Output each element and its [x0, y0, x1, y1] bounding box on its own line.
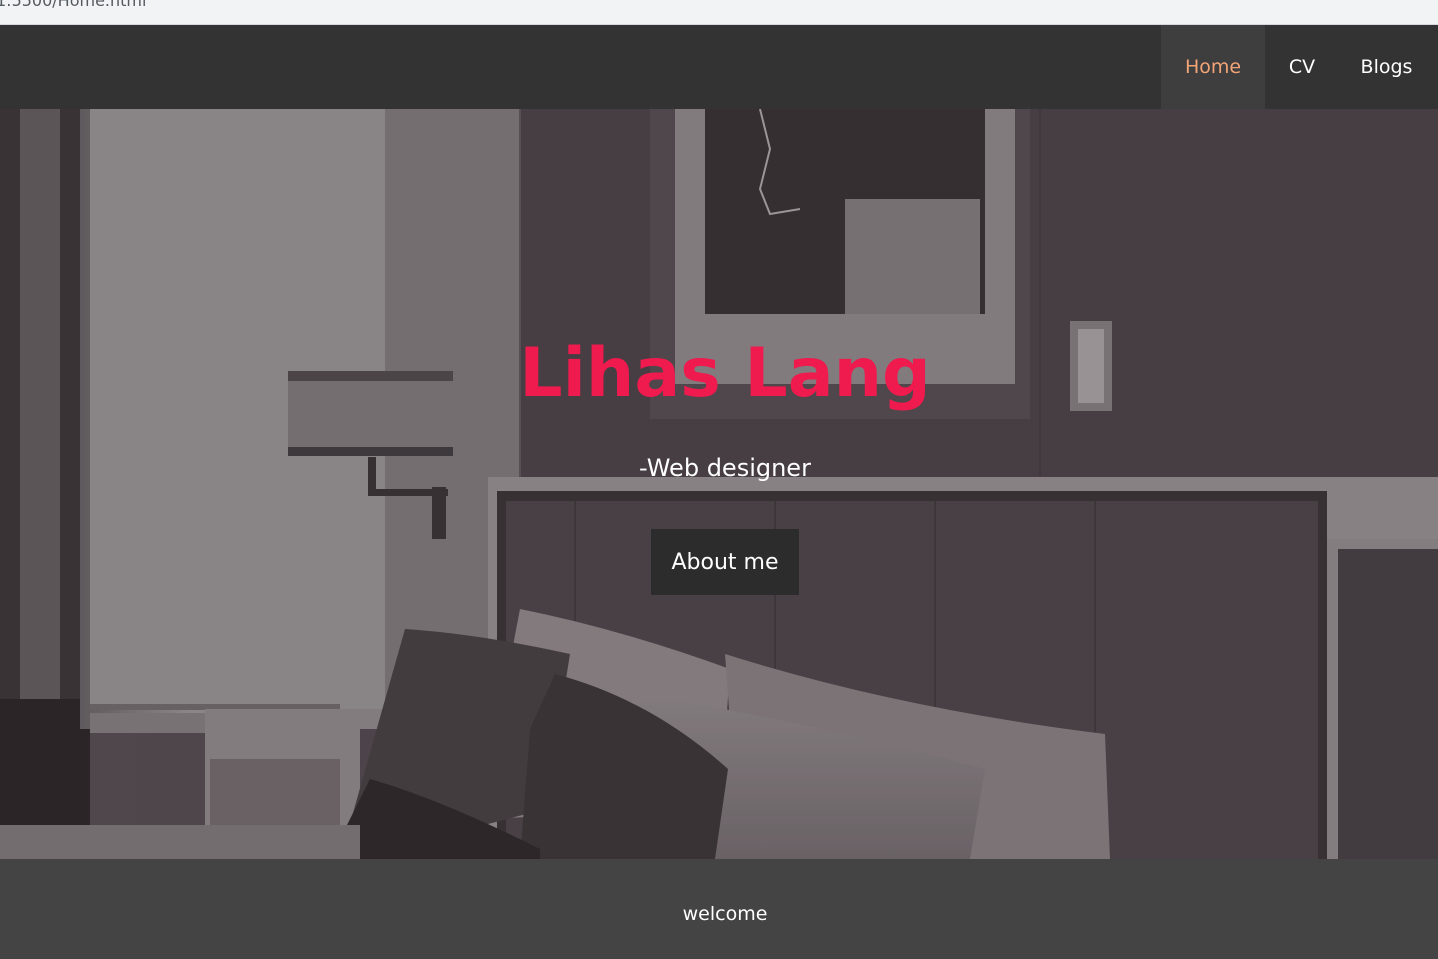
page-footer: welcome	[0, 859, 1438, 959]
nav-item-cv-label: CV	[1288, 56, 1316, 78]
hero-section: Lihas Lang -Web designer About me	[0, 109, 1438, 859]
nav-menu: Home CV Blogs	[1161, 25, 1438, 109]
top-navbar: Home CV Blogs	[0, 25, 1438, 109]
nav-item-cv[interactable]: CV	[1265, 25, 1339, 109]
nav-item-blogs-label: Blogs	[1360, 56, 1413, 78]
hero-background-image	[0, 109, 1438, 859]
nav-item-home-label: Home	[1184, 56, 1242, 78]
about-me-button-label: About me	[671, 549, 779, 575]
about-me-button[interactable]: About me	[651, 529, 799, 595]
browser-address-bar[interactable]: 1:5500/Home.html	[0, 0, 1438, 25]
address-bar-url: 1:5500/Home.html	[0, 0, 147, 10]
nav-item-blogs[interactable]: Blogs	[1339, 25, 1438, 109]
hero-title: Lihas Lang	[519, 334, 931, 413]
nav-item-home[interactable]: Home	[1161, 25, 1265, 109]
footer-welcome-text: welcome	[682, 903, 768, 925]
hero-subtitle: -Web designer	[639, 454, 811, 482]
